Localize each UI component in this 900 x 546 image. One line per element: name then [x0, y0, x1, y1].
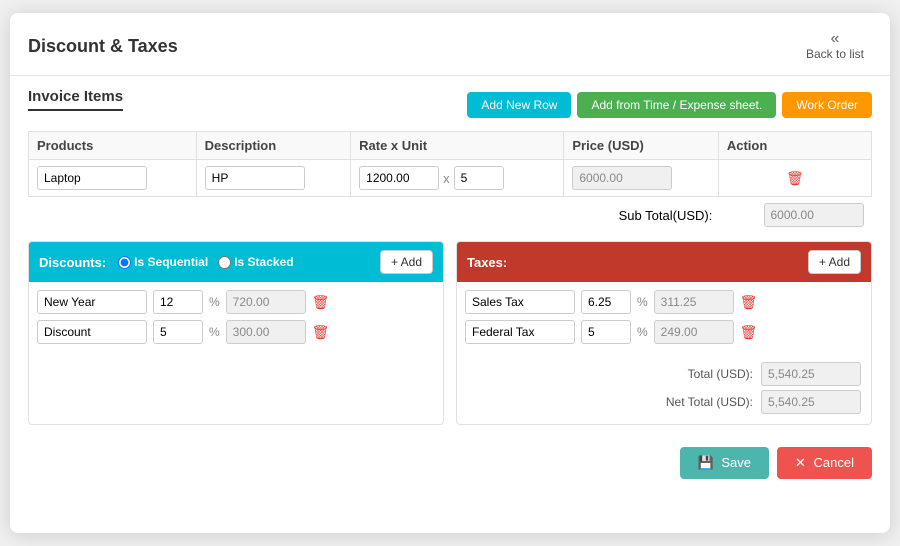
is-sequential-radio[interactable] — [118, 256, 131, 269]
rate-input[interactable] — [359, 166, 439, 190]
cell-price — [564, 160, 718, 197]
tax-row-1: % 🗑 — [465, 290, 863, 314]
add-tax-button[interactable]: + Add — [808, 250, 861, 274]
is-sequential-label[interactable]: Is Sequential — [118, 255, 208, 269]
col-header-description: Description — [196, 132, 350, 160]
is-sequential-text: Is Sequential — [134, 255, 208, 269]
tax-name-1[interactable] — [465, 290, 575, 314]
total-input — [761, 362, 861, 386]
taxes-header-label: Taxes: — [467, 255, 507, 270]
delete-tax-2-icon[interactable]: 🗑 — [740, 324, 758, 341]
delete-row-icon[interactable]: 🗑 — [786, 170, 804, 186]
discounts-title: Discounts: — [39, 255, 106, 270]
discount-amount-1 — [226, 290, 306, 314]
delete-tax-1-icon[interactable]: 🗑 — [740, 294, 758, 311]
tax-amount-2 — [654, 320, 734, 344]
col-header-action: Action — [718, 132, 871, 160]
back-to-list-label: Back to list — [806, 47, 864, 61]
discounts-header-label: Discounts: Is Sequential Is Stacked — [39, 255, 294, 270]
work-order-button[interactable]: Work Order — [782, 92, 872, 118]
tax-name-2[interactable] — [465, 320, 575, 344]
subtotal-row: Sub Total(USD): — [29, 197, 872, 234]
tax-row-2: % 🗑 — [465, 320, 863, 344]
unit-input[interactable] — [454, 166, 504, 190]
product-input[interactable] — [37, 166, 147, 190]
cancel-button[interactable]: ✕ Cancel — [777, 447, 872, 479]
total-label: Total (USD): — [688, 367, 753, 381]
modal-footer: 💾 Save ✕ Cancel — [10, 437, 890, 489]
discounts-panel: Discounts: Is Sequential Is Stacked — [28, 241, 444, 425]
discounts-panel-body: % 🗑 % 🗑 — [29, 282, 443, 358]
invoice-table: Products Description Rate x Unit Price (… — [28, 131, 872, 233]
back-to-list-button[interactable]: « Back to list — [798, 27, 872, 65]
pct-symbol-1: % — [209, 295, 220, 309]
discount-row-2: % 🗑 — [37, 320, 435, 344]
save-icon: 💾 — [698, 455, 714, 470]
table-row: x 🗑 — [29, 160, 872, 197]
totals-section: Total (USD): Net Total (USD): — [457, 358, 871, 424]
invoice-items-toolbar: Invoice Items Add New Row Add from Time … — [28, 88, 872, 121]
x-symbol: x — [443, 171, 450, 186]
discount-amount-2 — [226, 320, 306, 344]
discount-radio-group: Is Sequential Is Stacked — [118, 255, 293, 269]
tax-percent-1[interactable] — [581, 290, 631, 314]
chevron-left-icon: « — [831, 31, 840, 47]
col-header-products: Products — [29, 132, 197, 160]
tax-percent-2[interactable] — [581, 320, 631, 344]
cancel-label: Cancel — [814, 455, 854, 470]
pct-symbol-2: % — [209, 325, 220, 339]
modal-body: Invoice Items Add New Row Add from Time … — [10, 76, 890, 437]
tax-amount-1 — [654, 290, 734, 314]
cell-action: 🗑 — [718, 160, 871, 197]
price-input[interactable] — [572, 166, 672, 190]
discount-row-1: % 🗑 — [37, 290, 435, 314]
is-stacked-label[interactable]: Is Stacked — [218, 255, 293, 269]
cancel-icon: ✕ — [795, 455, 806, 470]
toolbar-buttons: Add New Row Add from Time / Expense shee… — [467, 92, 872, 118]
discount-percent-2[interactable] — [153, 320, 203, 344]
add-discount-button[interactable]: + Add — [380, 250, 433, 274]
delete-discount-2-icon[interactable]: 🗑 — [312, 324, 330, 341]
taxes-panel-body: % 🗑 % 🗑 — [457, 282, 871, 358]
save-button[interactable]: 💾 Save — [680, 447, 769, 479]
tax-pct-symbol-1: % — [637, 295, 648, 309]
add-from-time-button[interactable]: Add from Time / Expense sheet. — [577, 92, 776, 118]
subtotal-label: Sub Total(USD): — [619, 208, 713, 223]
modal-title: Discount & Taxes — [28, 36, 178, 57]
net-total-row: Net Total (USD): — [467, 390, 861, 414]
description-input[interactable] — [205, 166, 305, 190]
add-new-row-button[interactable]: Add New Row — [467, 92, 571, 118]
is-stacked-text: Is Stacked — [234, 255, 293, 269]
cell-description — [196, 160, 350, 197]
invoice-items-title: Invoice Items — [28, 88, 123, 111]
discount-name-1[interactable] — [37, 290, 147, 314]
taxes-panel-header: Taxes: + Add — [457, 242, 871, 282]
discount-taxes-modal: Discount & Taxes « Back to list Invoice … — [10, 13, 890, 533]
taxes-title: Taxes: — [467, 255, 507, 270]
taxes-panel: Taxes: + Add % 🗑 — [456, 241, 872, 425]
modal-header: Discount & Taxes « Back to list — [10, 13, 890, 76]
discount-name-2[interactable] — [37, 320, 147, 344]
total-row: Total (USD): — [467, 362, 861, 386]
bottom-panels: Discounts: Is Sequential Is Stacked — [28, 241, 872, 425]
subtotal-input[interactable] — [764, 203, 864, 227]
tax-pct-symbol-2: % — [637, 325, 648, 339]
net-total-input — [761, 390, 861, 414]
discount-percent-1[interactable] — [153, 290, 203, 314]
is-stacked-radio[interactable] — [218, 256, 231, 269]
cell-rate-unit: x — [351, 160, 564, 197]
col-header-rate-unit: Rate x Unit — [351, 132, 564, 160]
save-label: Save — [721, 455, 751, 470]
delete-discount-1-icon[interactable]: 🗑 — [312, 294, 330, 311]
discounts-panel-header: Discounts: Is Sequential Is Stacked — [29, 242, 443, 282]
cell-product — [29, 160, 197, 197]
net-total-label: Net Total (USD): — [666, 395, 753, 409]
col-header-price: Price (USD) — [564, 132, 718, 160]
